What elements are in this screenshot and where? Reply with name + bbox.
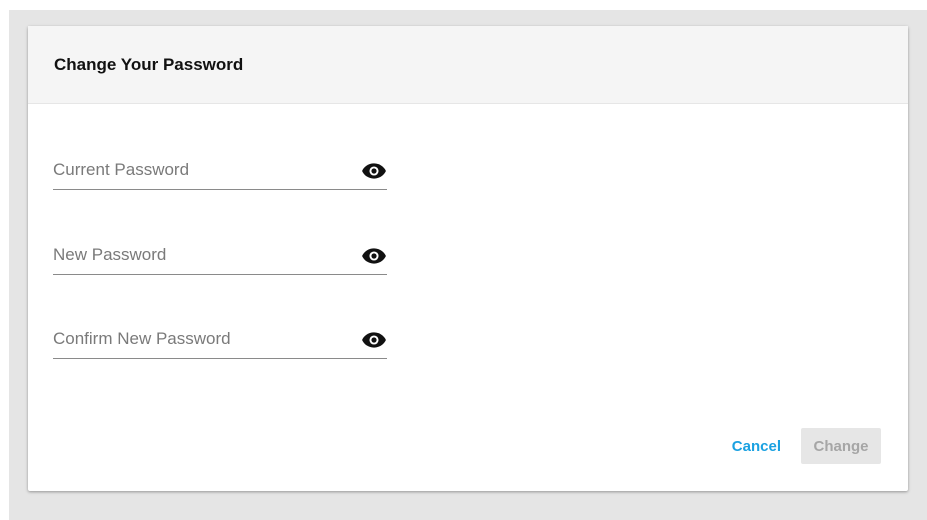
eye-icon[interactable] [361, 330, 387, 350]
confirm-password-field [53, 322, 387, 359]
eye-icon[interactable] [361, 161, 387, 181]
dialog-actions: Cancel Change [722, 428, 881, 464]
confirm-password-input[interactable] [53, 322, 343, 356]
current-password-field [53, 153, 387, 190]
dialog-title: Change Your Password [54, 54, 244, 74]
cancel-button[interactable]: Cancel [722, 428, 791, 464]
current-password-input[interactable] [53, 153, 343, 187]
new-password-field [53, 238, 387, 275]
change-button[interactable]: Change [801, 428, 881, 464]
dialog-header: Change Your Password [28, 26, 908, 104]
change-password-dialog: Change Your Password Cancel Change [28, 26, 908, 491]
new-password-input[interactable] [53, 238, 343, 272]
eye-icon[interactable] [361, 246, 387, 266]
